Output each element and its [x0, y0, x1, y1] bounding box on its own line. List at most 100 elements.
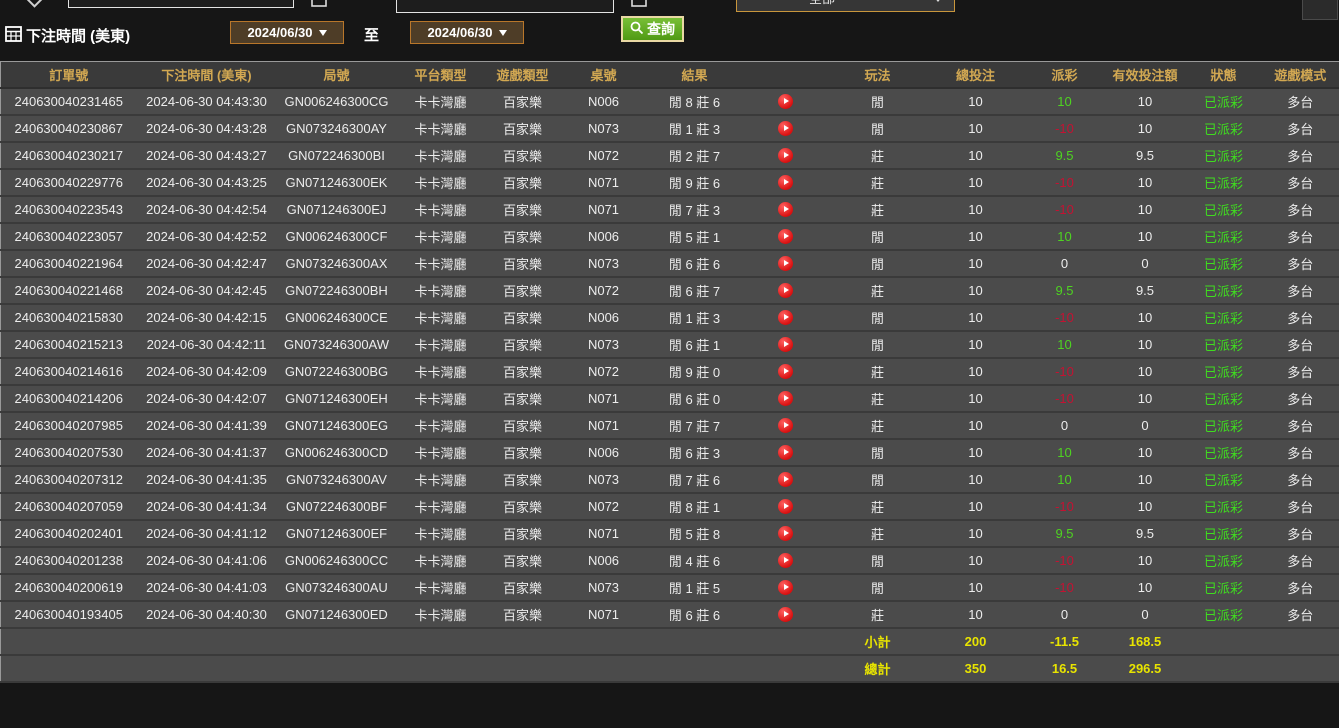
play-icon[interactable] [778, 229, 793, 244]
play-icon[interactable] [778, 364, 793, 379]
play-icon[interactable] [778, 94, 793, 109]
cell-payout: -10 [1025, 304, 1105, 331]
cell-bet-time: 2024-06-30 04:42:45 [137, 277, 277, 304]
filter-input-2[interactable] [396, 0, 614, 13]
cell-order-id: 240630040207059 [1, 493, 137, 520]
cell-table-no: N073 [561, 331, 647, 358]
cell-round-id: GN071246300EK [277, 169, 397, 196]
cell-platform: 卡卡灣廳 [397, 547, 485, 574]
filter-input-1[interactable] [68, 0, 294, 8]
table-row: 240630040230867 2024-06-30 04:43:28 GN07… [1, 115, 1339, 142]
play-icon[interactable] [778, 256, 793, 271]
cell-total-bet: 10 [927, 439, 1025, 466]
cell-payout: 10 [1025, 439, 1105, 466]
play-icon[interactable] [778, 553, 793, 568]
play-icon[interactable] [778, 121, 793, 136]
cell-platform: 卡卡灣廳 [397, 304, 485, 331]
cell-total-bet: 10 [927, 88, 1025, 115]
cell-valid-bet: 10 [1105, 115, 1186, 142]
cell-valid-bet: 9.5 [1105, 142, 1186, 169]
cell-replay [743, 439, 829, 466]
play-icon[interactable] [778, 175, 793, 190]
cell-bet-time: 2024-06-30 04:41:34 [137, 493, 277, 520]
top-right-partial-box [1302, 0, 1338, 20]
search-icon [630, 21, 644, 38]
cell-status: 已派彩 [1186, 250, 1262, 277]
play-icon[interactable] [778, 526, 793, 541]
cell-game-mode: 多台 [1262, 304, 1339, 331]
table-row: 240630040221468 2024-06-30 04:42:45 GN07… [1, 277, 1339, 304]
cell-game-type: 百家樂 [485, 277, 561, 304]
column-header-table-no: 桌號 [561, 62, 647, 88]
cell-status: 已派彩 [1186, 304, 1262, 331]
cell-play: 閒 [829, 223, 927, 250]
cell-game-mode: 多台 [1262, 277, 1339, 304]
cell-platform: 卡卡灣廳 [397, 88, 485, 115]
cell-status: 已派彩 [1186, 223, 1262, 250]
play-icon[interactable] [778, 580, 793, 595]
cell-result: 閒 5 莊 1 [647, 223, 743, 250]
cell-table-no: N071 [561, 412, 647, 439]
table-row: 240630040207530 2024-06-30 04:41:37 GN00… [1, 439, 1339, 466]
play-icon[interactable] [778, 445, 793, 460]
date-to-select[interactable]: 2024/06/30 [410, 21, 524, 44]
subtotal-row: 小計 200 -11.5 168.5 [1, 628, 1339, 655]
cell-round-id: GN006246300CG [277, 88, 397, 115]
play-icon[interactable] [778, 337, 793, 352]
play-icon[interactable] [778, 472, 793, 487]
search-button[interactable]: 查詢 [621, 16, 684, 42]
cell-order-id: 240630040200619 [1, 574, 137, 601]
cell-platform: 卡卡灣廳 [397, 115, 485, 142]
table-row: 240630040200619 2024-06-30 04:41:03 GN07… [1, 574, 1339, 601]
cell-play: 莊 [829, 601, 927, 628]
table-row: 240630040207059 2024-06-30 04:41:34 GN07… [1, 493, 1339, 520]
play-icon[interactable] [778, 202, 793, 217]
cell-status: 已派彩 [1186, 439, 1262, 466]
cell-order-id: 240630040215213 [1, 331, 137, 358]
play-icon[interactable] [778, 283, 793, 298]
cell-result: 閒 2 莊 7 [647, 142, 743, 169]
total-spacer-right [1186, 655, 1339, 682]
play-icon[interactable] [778, 391, 793, 406]
cell-game-type: 百家樂 [485, 250, 561, 277]
cell-play: 莊 [829, 412, 927, 439]
cell-valid-bet: 10 [1105, 385, 1186, 412]
column-header-order-id: 訂單號 [1, 62, 137, 88]
play-icon[interactable] [778, 607, 793, 622]
cell-payout: 10 [1025, 331, 1105, 358]
play-icon[interactable] [778, 499, 793, 514]
cell-platform: 卡卡灣廳 [397, 412, 485, 439]
chevron-down-icon [934, 0, 942, 2]
filter-select[interactable]: 全部 [736, 0, 955, 12]
cell-platform: 卡卡灣廳 [397, 466, 485, 493]
cell-play: 閒 [829, 304, 927, 331]
cell-replay [743, 385, 829, 412]
cell-status: 已派彩 [1186, 574, 1262, 601]
cell-game-mode: 多台 [1262, 385, 1339, 412]
play-icon[interactable] [778, 310, 793, 325]
cell-play: 閒 [829, 331, 927, 358]
cell-result: 閒 7 莊 6 [647, 466, 743, 493]
cell-valid-bet: 0 [1105, 412, 1186, 439]
cell-total-bet: 10 [927, 331, 1025, 358]
cell-valid-bet: 10 [1105, 169, 1186, 196]
column-header-result: 結果 [647, 62, 743, 88]
cell-bet-time: 2024-06-30 04:43:25 [137, 169, 277, 196]
table-row: 240630040223057 2024-06-30 04:42:52 GN00… [1, 223, 1339, 250]
table-row: 240630040231465 2024-06-30 04:43:30 GN00… [1, 88, 1339, 115]
cell-game-mode: 多台 [1262, 88, 1339, 115]
cell-order-id: 240630040207312 [1, 466, 137, 493]
play-icon[interactable] [778, 418, 793, 433]
cell-total-bet: 10 [927, 196, 1025, 223]
play-icon[interactable] [778, 148, 793, 163]
cell-total-bet: 10 [927, 223, 1025, 250]
cell-game-type: 百家樂 [485, 142, 561, 169]
cell-round-id: GN071246300EF [277, 520, 397, 547]
cell-valid-bet: 10 [1105, 196, 1186, 223]
cell-game-mode: 多台 [1262, 115, 1339, 142]
cell-game-mode: 多台 [1262, 223, 1339, 250]
cell-valid-bet: 10 [1105, 358, 1186, 385]
cell-play: 莊 [829, 277, 927, 304]
date-from-select[interactable]: 2024/06/30 [230, 21, 344, 44]
filter-bar: 全部 下注時間 (美東) 2024/06/30 至 2024/06/30 查詢 [0, 0, 1339, 61]
